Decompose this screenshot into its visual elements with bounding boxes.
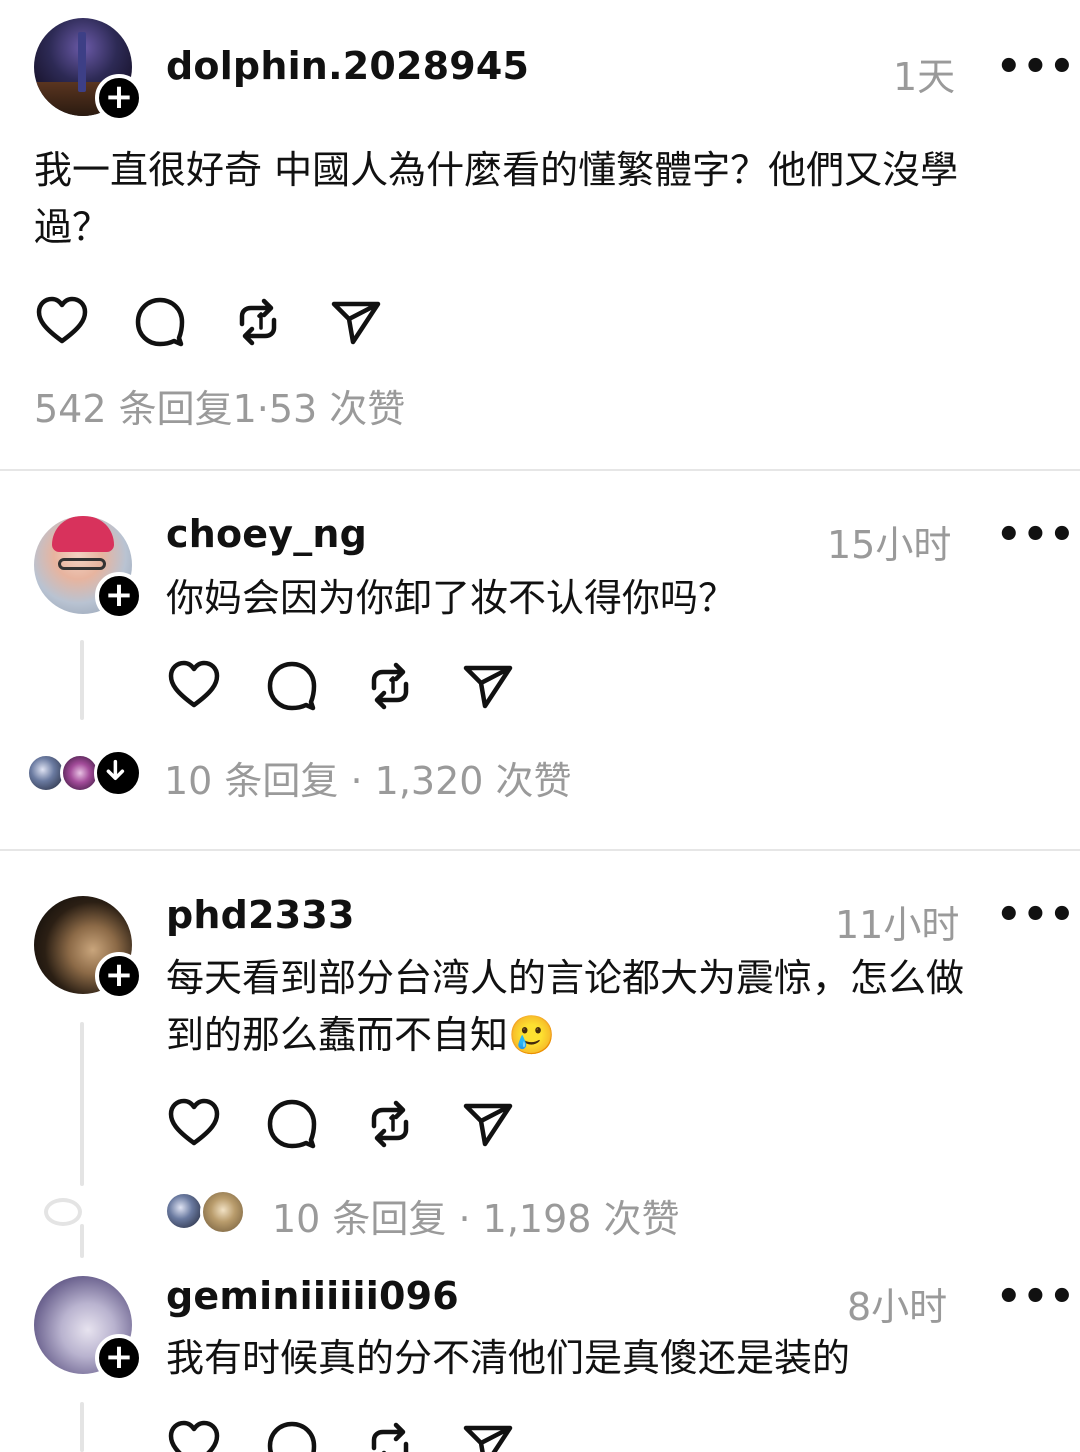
repost-icon[interactable] [230, 294, 286, 350]
post-username[interactable]: choey_ng [166, 512, 367, 556]
post-text: 我一直很好奇 中國人為什麼看的懂繁體字？他們又沒學 過？ [34, 142, 1054, 256]
follow-plus-icon[interactable]: + [95, 1334, 143, 1382]
post-text-line: 你妈会因为你卸了妆不认得你吗？ [166, 576, 737, 620]
post-text-line: 到的那么蠢而不自知🥲 [166, 1013, 556, 1057]
send-icon[interactable] [328, 294, 384, 350]
thread-line [80, 640, 84, 720]
post-stats[interactable]: 10 条回复 · 1,198 次赞 [272, 1188, 680, 1243]
threads-feed: + dolphin.2028945 1天 ••• 我一直很好奇 中國人為什麼看的… [0, 0, 1080, 1452]
repost-icon[interactable] [362, 658, 418, 714]
send-icon[interactable] [460, 658, 516, 714]
repost-icon[interactable] [362, 1096, 418, 1152]
post-text: 你妈会因为你卸了妆不认得你吗？ [166, 570, 1046, 627]
follow-plus-icon[interactable]: + [95, 952, 143, 1000]
post-text-line: 我有时候真的分不清他们是真傻还是装的 [166, 1336, 851, 1380]
thread-loop [44, 1198, 82, 1226]
heart-icon[interactable] [166, 658, 222, 714]
post-text-line: 每天看到部分台湾人的言论都大为震惊，怎么做 [166, 956, 965, 1000]
arrow-down-icon[interactable] [94, 749, 142, 797]
more-options-icon[interactable]: ••• [996, 1274, 1076, 1320]
post-username[interactable]: dolphin.2028945 [166, 44, 529, 88]
post-actions [166, 1096, 526, 1152]
post-actions [34, 294, 394, 350]
post-stats[interactable]: 10 条回复 · 1,320 次赞 [164, 750, 572, 805]
post-time: 1天 [893, 55, 956, 99]
more-options-icon[interactable]: ••• [996, 512, 1076, 558]
thread-line [80, 1224, 84, 1258]
post-username[interactable]: phd2333 [166, 893, 355, 937]
more-options-icon[interactable]: ••• [996, 44, 1076, 90]
heart-icon[interactable] [34, 294, 90, 350]
heart-icon[interactable] [166, 1096, 222, 1152]
post-text: 每天看到部分台湾人的言论都大为震惊，怎么做 到的那么蠢而不自知🥲 [166, 950, 1046, 1064]
repost-icon[interactable] [362, 1418, 418, 1452]
post-time: 11小时 [835, 903, 960, 947]
heart-icon[interactable] [166, 1418, 222, 1452]
comment-icon[interactable] [264, 658, 320, 714]
post-text-line: 我一直很好奇 中國人為什麼看的懂繁體字？他們又沒學 [34, 148, 959, 192]
post-actions [166, 1418, 526, 1452]
send-icon[interactable] [460, 1418, 516, 1452]
comment-icon[interactable] [264, 1096, 320, 1152]
post-stats[interactable]: 542 条回复1·53 次赞 [34, 378, 405, 433]
post-username[interactable]: geminiiiiii096 [166, 1274, 459, 1318]
divider [0, 849, 1080, 851]
send-icon[interactable] [460, 1096, 516, 1152]
comment-icon[interactable] [264, 1418, 320, 1452]
follow-plus-icon[interactable]: + [95, 74, 143, 122]
comment-icon[interactable] [132, 294, 188, 350]
thread-line [80, 1402, 84, 1452]
replier-avatar [200, 1189, 246, 1235]
post-time: 8小时 [847, 1285, 948, 1329]
post-time: 15小时 [827, 523, 952, 567]
replier-avatar [164, 1191, 204, 1231]
thread-line [80, 1022, 84, 1186]
post-actions [166, 658, 526, 714]
follow-plus-icon[interactable]: + [95, 572, 143, 620]
post-text: 我有时候真的分不清他们是真傻还是装的 [166, 1330, 1046, 1387]
more-options-icon[interactable]: ••• [996, 892, 1076, 938]
post-text-line: 過？ [34, 205, 111, 249]
divider [0, 469, 1080, 471]
